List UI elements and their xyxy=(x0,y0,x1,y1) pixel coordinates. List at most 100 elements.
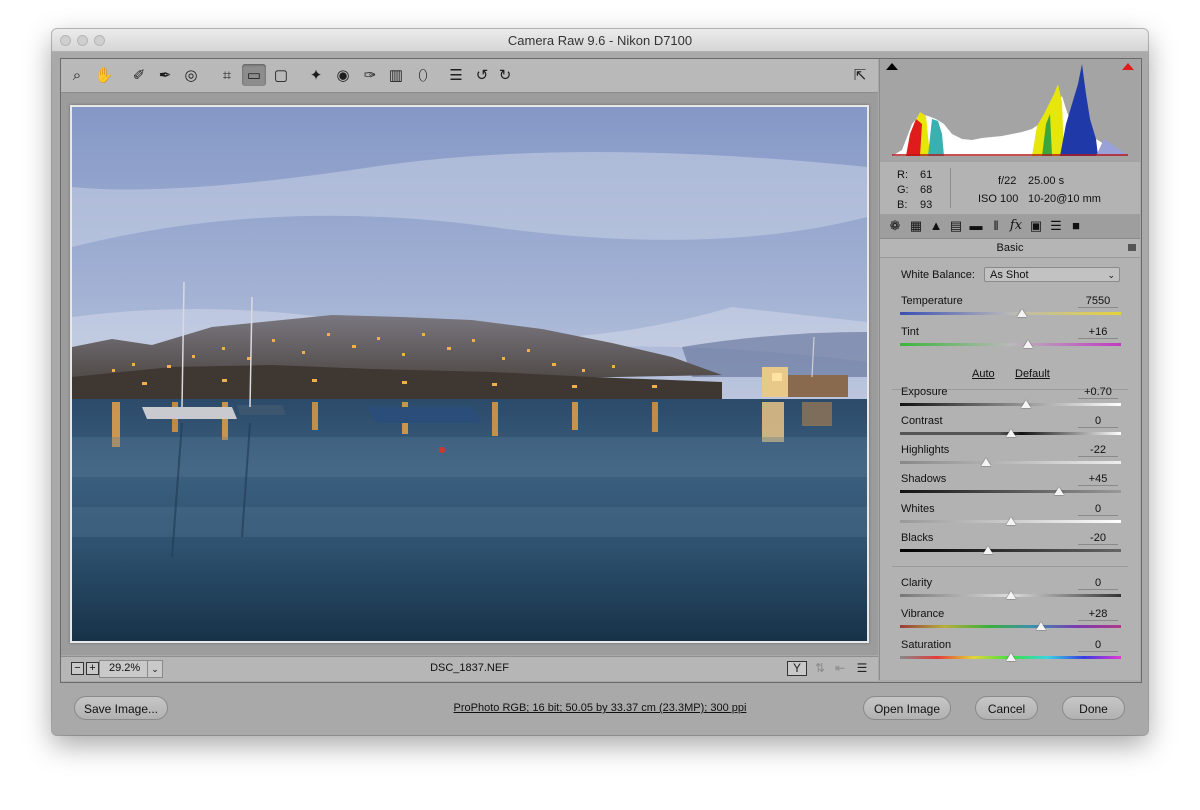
slider-thumb-tint[interactable] xyxy=(1023,340,1034,348)
camera-raw-window: Camera Raw 9.6 - Nikon D7100 ⌕ ✋ ✐ ✒ ◎ ⌗… xyxy=(52,29,1148,735)
color-sampler-tool-icon[interactable]: ✒ xyxy=(153,64,177,86)
slider-thumb-clarity[interactable] xyxy=(1005,591,1016,599)
slider-value-highlights[interactable]: -22 xyxy=(1078,444,1118,457)
slider-value-temperature[interactable]: 7550 xyxy=(1078,295,1118,308)
slider-value-whites[interactable]: 0 xyxy=(1078,503,1118,516)
open-image-button[interactable]: Open Image xyxy=(863,696,951,720)
panel-title-text: Basic xyxy=(996,242,1024,254)
slider-track-exposure[interactable] xyxy=(900,403,1121,406)
swap-before-after-icon[interactable]: ⇅ xyxy=(811,660,829,676)
tab-basic-icon[interactable]: ❁ xyxy=(886,217,904,235)
slider-track-vibrance[interactable] xyxy=(900,625,1121,628)
spot-removal-tool-icon[interactable]: ✦ xyxy=(304,64,328,86)
copy-settings-icon[interactable]: ⇤ xyxy=(831,660,849,676)
white-balance-label: White Balance: xyxy=(901,269,975,281)
slider-label-temperature: Temperature xyxy=(901,295,963,307)
slider-value-vibrance[interactable]: +28 xyxy=(1078,608,1118,621)
white-balance-tool-icon[interactable]: ✐ xyxy=(127,64,151,86)
toggle-fullscreen-icon[interactable]: ⇱ xyxy=(848,64,872,86)
panel-tabs: ❁ ▦ ▲ ▤ ▬ ‖ fx ▣ ☰ ■ xyxy=(880,214,1140,239)
tab-split-toning-icon[interactable]: ▬ xyxy=(967,217,985,235)
separator xyxy=(892,566,1128,567)
done-button[interactable]: Done xyxy=(1062,696,1125,720)
adjustment-brush-icon[interactable]: ✑ xyxy=(358,64,382,86)
rotate-cw-icon[interactable]: ↻ xyxy=(493,64,517,86)
crop-tool-icon[interactable]: ⌗ xyxy=(215,64,239,86)
transform-tool-icon[interactable]: ▢ xyxy=(269,64,293,86)
radial-filter-icon[interactable]: ⬯ xyxy=(411,64,435,86)
slider-thumb-vibrance[interactable] xyxy=(1036,622,1047,630)
red-eye-tool-icon[interactable]: ◉ xyxy=(331,64,355,86)
iso-value: ISO 100 xyxy=(978,193,1019,205)
g-value: 68 xyxy=(920,184,933,196)
white-balance-select[interactable]: As Shot ⌄ xyxy=(984,267,1120,282)
image-preview-area[interactable] xyxy=(61,93,878,655)
slider-label-whites: Whites xyxy=(901,503,935,515)
slider-thumb-contrast[interactable] xyxy=(1005,429,1016,437)
tab-presets-icon[interactable]: ☰ xyxy=(1047,217,1065,235)
straighten-tool-icon[interactable]: ▭ xyxy=(242,64,266,86)
slider-thumb-temperature[interactable] xyxy=(1016,309,1027,317)
before-after-view-icon[interactable]: Y xyxy=(787,661,807,676)
slider-thumb-exposure[interactable] xyxy=(1020,400,1031,408)
panel-title: Basic xyxy=(880,239,1140,258)
slider-track-highlights[interactable] xyxy=(900,461,1121,464)
r-value: 61 xyxy=(920,169,933,181)
tab-tone-curve-icon[interactable]: ▦ xyxy=(907,217,925,235)
tab-detail-icon[interactable]: ▲ xyxy=(927,217,945,235)
default-button[interactable]: Default xyxy=(1015,368,1050,380)
slider-value-contrast[interactable]: 0 xyxy=(1078,415,1118,428)
auto-button[interactable]: Auto xyxy=(972,368,995,380)
slider-label-blacks: Blacks xyxy=(901,532,934,544)
slider-thumb-whites[interactable] xyxy=(1005,517,1016,525)
r-label: R: xyxy=(897,169,908,181)
panel-menu-icon[interactable] xyxy=(1128,244,1136,251)
slider-track-shadows[interactable] xyxy=(900,490,1121,493)
slider-thumb-highlights[interactable] xyxy=(981,458,992,466)
chevron-down-icon: ⌄ xyxy=(1107,270,1115,280)
aperture-value: f/22 xyxy=(998,175,1017,187)
slider-value-exposure[interactable]: +0.70 xyxy=(1078,386,1118,399)
shutter-value: 25.00 s xyxy=(1028,175,1065,187)
camera-info: R: 61 G: 68 B: 93 f/22 25.00 s ISO 100 1… xyxy=(880,162,1140,215)
tab-effects-icon[interactable]: fx xyxy=(1007,217,1025,235)
preferences-list-icon[interactable]: ☰ xyxy=(444,64,468,86)
title-bar: Camera Raw 9.6 - Nikon D7100 xyxy=(52,29,1148,52)
slider-value-shadows[interactable]: +45 xyxy=(1078,473,1118,486)
slider-label-clarity: Clarity xyxy=(901,577,933,589)
histogram-graph xyxy=(892,64,1128,156)
slider-value-saturation[interactable]: 0 xyxy=(1078,639,1118,652)
hand-tool-icon[interactable]: ✋ xyxy=(92,64,116,86)
slider-label-tint: Tint xyxy=(901,326,919,338)
save-image-button[interactable]: Save Image... xyxy=(74,696,168,720)
histogram xyxy=(880,59,1140,162)
tab-camera-calibration-icon[interactable]: ▣ xyxy=(1027,217,1045,235)
slider-value-tint[interactable]: +16 xyxy=(1078,326,1118,339)
slider-track-temperature[interactable] xyxy=(900,312,1121,315)
slider-thumb-blacks[interactable] xyxy=(983,546,994,554)
cancel-button[interactable]: Cancel xyxy=(975,696,1038,720)
targeted-adjustment-tool-icon[interactable]: ◎ xyxy=(179,64,203,86)
toggle-settings-icon[interactable]: ☰ xyxy=(853,660,871,676)
slider-value-clarity[interactable]: 0 xyxy=(1078,577,1118,590)
slider-thumb-shadows[interactable] xyxy=(1054,487,1065,495)
slider-label-exposure: Exposure xyxy=(901,386,948,398)
workflow-options-link[interactable]: ProPhoto RGB; 16 bit; 50.05 by 33.37 cm … xyxy=(352,702,848,714)
tab-snapshots-icon[interactable]: ■ xyxy=(1067,217,1085,235)
lens-value: 10-20@10 mm xyxy=(1028,193,1101,205)
slider-track-tint[interactable] xyxy=(900,343,1121,346)
white-balance-value: As Shot xyxy=(990,269,1029,281)
right-panel: R: 61 G: 68 B: 93 f/22 25.00 s ISO 100 1… xyxy=(879,59,1140,680)
rotate-ccw-icon[interactable]: ↺ xyxy=(470,64,494,86)
slider-track-blacks[interactable] xyxy=(900,549,1121,552)
zoom-tool-icon[interactable]: ⌕ xyxy=(65,64,89,86)
toolbar: ⌕ ✋ ✐ ✒ ◎ ⌗ ▭ ▢ ✦ ◉ ✑ ▥ ⬯ ☰ ↺ ↻ ⇱ xyxy=(61,59,878,93)
b-value: 93 xyxy=(920,199,933,211)
slider-thumb-saturation[interactable] xyxy=(1005,653,1016,661)
slider-value-blacks[interactable]: -20 xyxy=(1078,532,1118,545)
tab-hsl-icon[interactable]: ▤ xyxy=(947,217,965,235)
photo-preview[interactable] xyxy=(70,105,869,643)
harbour-photo xyxy=(72,107,867,641)
tab-lens-corrections-icon[interactable]: ‖ xyxy=(987,217,1005,235)
graduated-filter-icon[interactable]: ▥ xyxy=(384,64,408,86)
